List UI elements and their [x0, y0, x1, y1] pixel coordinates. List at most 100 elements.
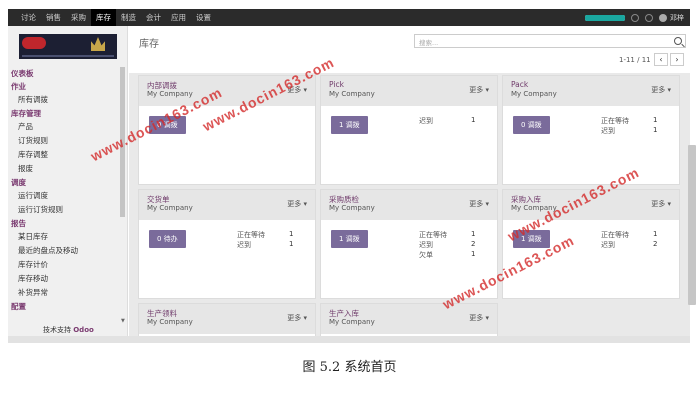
sidebar-section-1[interactable]: 作业: [11, 80, 119, 93]
card-stat-label[interactable]: 迟到: [237, 240, 251, 250]
pager-next-button[interactable]: ›: [670, 53, 684, 66]
card-stat-label[interactable]: 迟到: [601, 240, 615, 250]
menu-item-4[interactable]: 制造: [116, 9, 141, 26]
support-text: 技术支持 Odoo: [43, 325, 94, 335]
menu-item-7[interactable]: 设置: [191, 9, 216, 26]
support-prefix: 技术支持: [43, 326, 71, 334]
sidebar-section-5[interactable]: 配置: [11, 300, 119, 313]
card-stat-value[interactable]: 1: [471, 230, 475, 238]
card-stat-value[interactable]: 2: [653, 240, 657, 248]
sidebar: 仪表板 作业 所有调拨 库存管理 产品 订货规则 库存调整 报废 调度 运行调度 运行订货规则 报告某…: [8, 26, 128, 336]
sidebar-item[interactable]: 产品: [11, 120, 119, 134]
card-company: My Company: [329, 204, 375, 212]
scroll-down-icon[interactable]: ▼: [121, 318, 125, 324]
avatar: [659, 13, 667, 22]
sidebar-item[interactable]: 库存计价: [11, 258, 119, 272]
card-stat-label[interactable]: 迟到: [419, 116, 433, 126]
menu-item-0[interactable]: 讨论: [16, 9, 41, 26]
card-company: My Company: [511, 90, 557, 98]
card-stat-label[interactable]: 正在等待: [237, 230, 265, 240]
card-more-dropdown[interactable]: 更多 ▾: [469, 199, 489, 209]
card-more-dropdown[interactable]: 更多 ▾: [469, 85, 489, 95]
card-company: My Company: [147, 204, 193, 212]
card-more-dropdown[interactable]: 更多 ▾: [651, 199, 671, 209]
top-navbar: 讨论 销售 采购 库存 制造 会计 应用 设置 邓梓: [8, 9, 690, 26]
progress-fill: [585, 14, 625, 21]
figure-caption: 图 5.2 系统首页: [302, 360, 397, 375]
card-more-dropdown[interactable]: 更多 ▾: [651, 85, 671, 95]
menu-item-5[interactable]: 会计: [141, 9, 166, 26]
card-stat-value[interactable]: 1: [653, 230, 657, 238]
company-logo: [19, 34, 117, 59]
card-header: 采购质检 My Company 更多 ▾: [321, 190, 497, 220]
sidebar-item[interactable]: 最近的盘点及移动: [11, 244, 119, 258]
menu-item-2[interactable]: 采购: [66, 9, 91, 26]
sidebar-item[interactable]: 报废: [11, 162, 119, 176]
card-more-dropdown[interactable]: 更多 ▾: [287, 199, 307, 209]
card-stat-value[interactable]: 1: [653, 116, 657, 124]
user-menu[interactable]: 邓梓: [659, 13, 684, 23]
pager-text: 1-11 / 11: [619, 56, 651, 64]
card-stat-value[interactable]: 2: [471, 240, 475, 248]
card-title[interactable]: Pick: [329, 80, 344, 89]
card-stat-value[interactable]: 1: [289, 230, 293, 238]
progress-bar: [585, 14, 625, 21]
card-more-dropdown[interactable]: 更多 ▾: [287, 313, 307, 323]
card-stat-label[interactable]: 正在等待: [601, 116, 629, 126]
messages-icon[interactable]: [645, 13, 653, 22]
sidebar-section-2[interactable]: 库存管理: [11, 107, 119, 120]
card-company: My Company: [147, 318, 193, 326]
page-scrollbar[interactable]: [688, 145, 696, 305]
dashboard-card: 交货单 My Company 更多 ▾ 0 待办 正在等待 1 迟到 1: [138, 189, 316, 299]
logo-badge: [22, 37, 46, 49]
dashboard-card: Pack My Company 更多 ▾ 0 调拨 正在等待 1 迟到 1: [502, 75, 680, 185]
search-icon[interactable]: [674, 37, 682, 45]
menu-item-3[interactable]: 库存: [91, 9, 116, 26]
logo-strip: [22, 55, 114, 57]
card-stat-value[interactable]: 1: [471, 250, 475, 258]
card-stat-label[interactable]: 正在等待: [601, 230, 629, 240]
systray: 邓梓: [585, 13, 690, 23]
dashboard-card: Pick My Company 更多 ▾ 1 调拨 迟到 1: [320, 75, 498, 185]
card-company: My Company: [147, 90, 193, 98]
activity-icon[interactable]: [631, 13, 639, 22]
card-header: 生产入库 My Company 更多 ▾: [321, 304, 497, 334]
search-placeholder: 搜索...: [419, 39, 439, 47]
card-stat-value[interactable]: 1: [471, 116, 475, 124]
sidebar-item[interactable]: 所有调拨: [11, 93, 119, 107]
sidebar-section-0[interactable]: 仪表板: [11, 67, 119, 80]
sidebar-item[interactable]: 运行调度: [11, 189, 119, 203]
card-more-dropdown[interactable]: 更多 ▾: [469, 313, 489, 323]
card-header: 生产领料 My Company 更多 ▾: [139, 304, 315, 334]
card-title[interactable]: Pack: [511, 80, 528, 89]
main-menu: 讨论 销售 采购 库存 制造 会计 应用 设置: [8, 9, 216, 26]
user-name: 邓梓: [670, 13, 684, 22]
card-action-button[interactable]: 0 待办: [149, 230, 186, 248]
card-action-button[interactable]: 1 调拨: [331, 230, 368, 248]
sidebar-nav: 仪表板 作业 所有调拨 库存管理 产品 订货规则 库存调整 报废 调度 运行调度 运行订货规则 报告某…: [11, 67, 119, 313]
horizontal-scrollbar[interactable]: [8, 336, 690, 343]
menu-item-6[interactable]: 应用: [166, 9, 191, 26]
dashboard-card: 采购入库 My Company 更多 ▾ 1 调拨 正在等待 1 迟到 2: [502, 189, 680, 299]
card-stat-label[interactable]: 迟到: [601, 126, 615, 136]
sidebar-item[interactable]: 运行订货规则: [11, 203, 119, 217]
card-action-button[interactable]: 0 调拨: [513, 116, 550, 134]
menu-item-1[interactable]: 销售: [41, 9, 66, 26]
card-company: My Company: [329, 318, 375, 326]
search-box[interactable]: 搜索...: [414, 34, 686, 48]
card-stat-label[interactable]: 正在等待: [419, 230, 447, 240]
card-action-button[interactable]: 1 调拨: [331, 116, 368, 134]
card-stat-label[interactable]: 欠单: [419, 250, 433, 260]
card-stat-label[interactable]: 迟到: [419, 240, 433, 250]
card-header: 交货单 My Company 更多 ▾: [139, 190, 315, 220]
sidebar-item[interactable]: 库存移动: [11, 272, 119, 286]
card-stat-value[interactable]: 1: [653, 126, 657, 134]
pager-prev-button[interactable]: ‹: [654, 53, 668, 66]
sidebar-item[interactable]: 补货异常: [11, 286, 119, 300]
card-company: My Company: [329, 90, 375, 98]
support-brand[interactable]: Odoo: [73, 326, 94, 334]
sidebar-item[interactable]: 某日库存: [11, 230, 119, 244]
sidebar-section-3[interactable]: 调度: [11, 176, 119, 189]
card-stat-value[interactable]: 1: [289, 240, 293, 248]
sidebar-section-4[interactable]: 报告: [11, 217, 119, 230]
